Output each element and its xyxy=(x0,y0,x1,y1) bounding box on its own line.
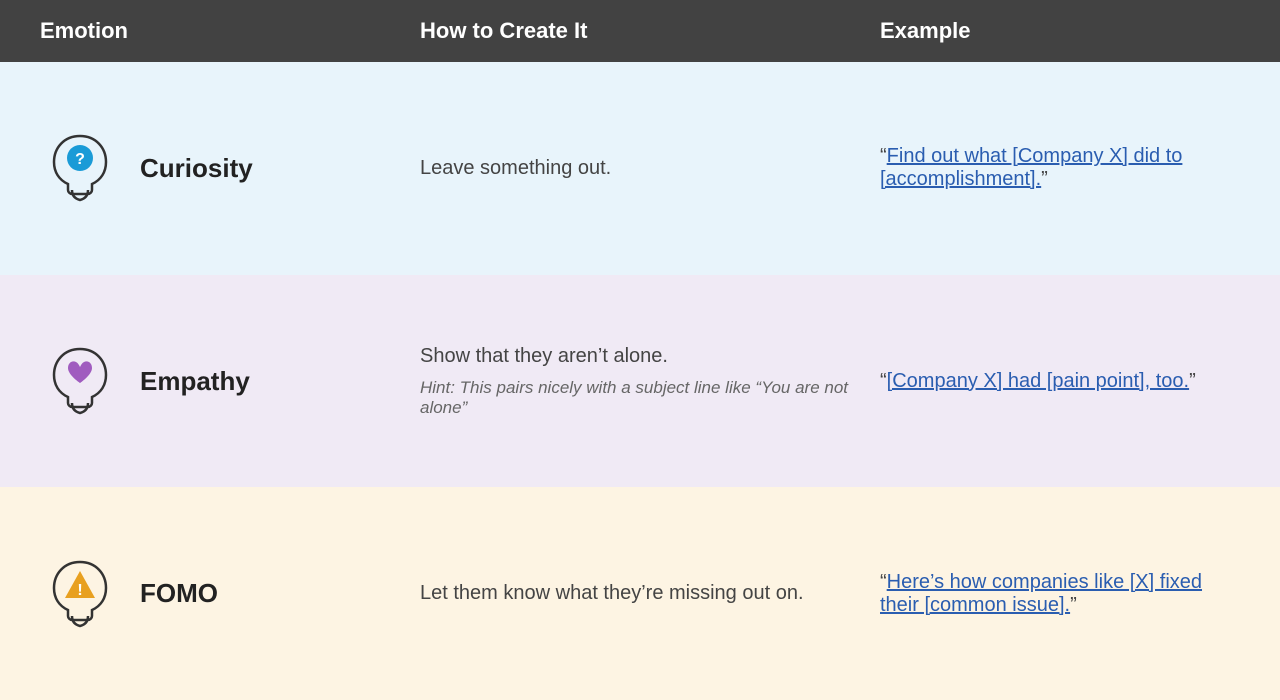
table-body: ? Curiosity Leave something out. “Find o… xyxy=(0,62,1280,700)
how-cell-fomo: Let them know what they’re missing out o… xyxy=(420,582,880,605)
fomo-example-link[interactable]: Here’s how companies like [X] fixed thei… xyxy=(880,571,1202,616)
how-cell-empathy: Show that they aren’t alone. Hint: This … xyxy=(420,345,880,418)
curiosity-example-link[interactable]: Find out what [Company X] did to [accomp… xyxy=(880,145,1182,190)
emotion-cell-fomo: ! FOMO xyxy=(40,554,420,634)
header-how: How to Create It xyxy=(420,18,880,44)
header-example: Example xyxy=(880,18,1240,44)
row-fomo: ! FOMO Let them know what they’re missin… xyxy=(0,487,1280,700)
empathy-example-link[interactable]: [Company X] had [pain point], too. xyxy=(887,370,1189,392)
empathy-label: Empathy xyxy=(140,366,250,397)
row-curiosity: ? Curiosity Leave something out. “Find o… xyxy=(0,62,1280,275)
row-empathy: Empathy Show that they aren’t alone. Hin… xyxy=(0,275,1280,488)
svg-text:?: ? xyxy=(75,151,85,168)
svg-text:!: ! xyxy=(77,582,82,599)
main-table: Emotion How to Create It Example ? Curio… xyxy=(0,0,1280,700)
example-cell-curiosity: “Find out what [Company X] did to [accom… xyxy=(880,145,1240,191)
how-cell-curiosity: Leave something out. xyxy=(420,157,880,180)
emotion-cell-empathy: Empathy xyxy=(40,341,420,421)
emotion-cell-curiosity: ? Curiosity xyxy=(40,128,420,208)
fomo-icon: ! xyxy=(40,554,120,634)
example-cell-fomo: “Here’s how companies like [X] fixed the… xyxy=(880,571,1240,617)
curiosity-icon: ? xyxy=(40,128,120,208)
empathy-hint: Hint: This pairs nicely with a subject l… xyxy=(420,378,850,418)
header-emotion: Emotion xyxy=(40,18,420,44)
curiosity-label: Curiosity xyxy=(140,153,253,184)
fomo-label: FOMO xyxy=(140,578,218,609)
empathy-icon xyxy=(40,341,120,421)
example-cell-empathy: “[Company X] had [pain point], too.” xyxy=(880,370,1240,393)
table-header: Emotion How to Create It Example xyxy=(0,0,1280,62)
